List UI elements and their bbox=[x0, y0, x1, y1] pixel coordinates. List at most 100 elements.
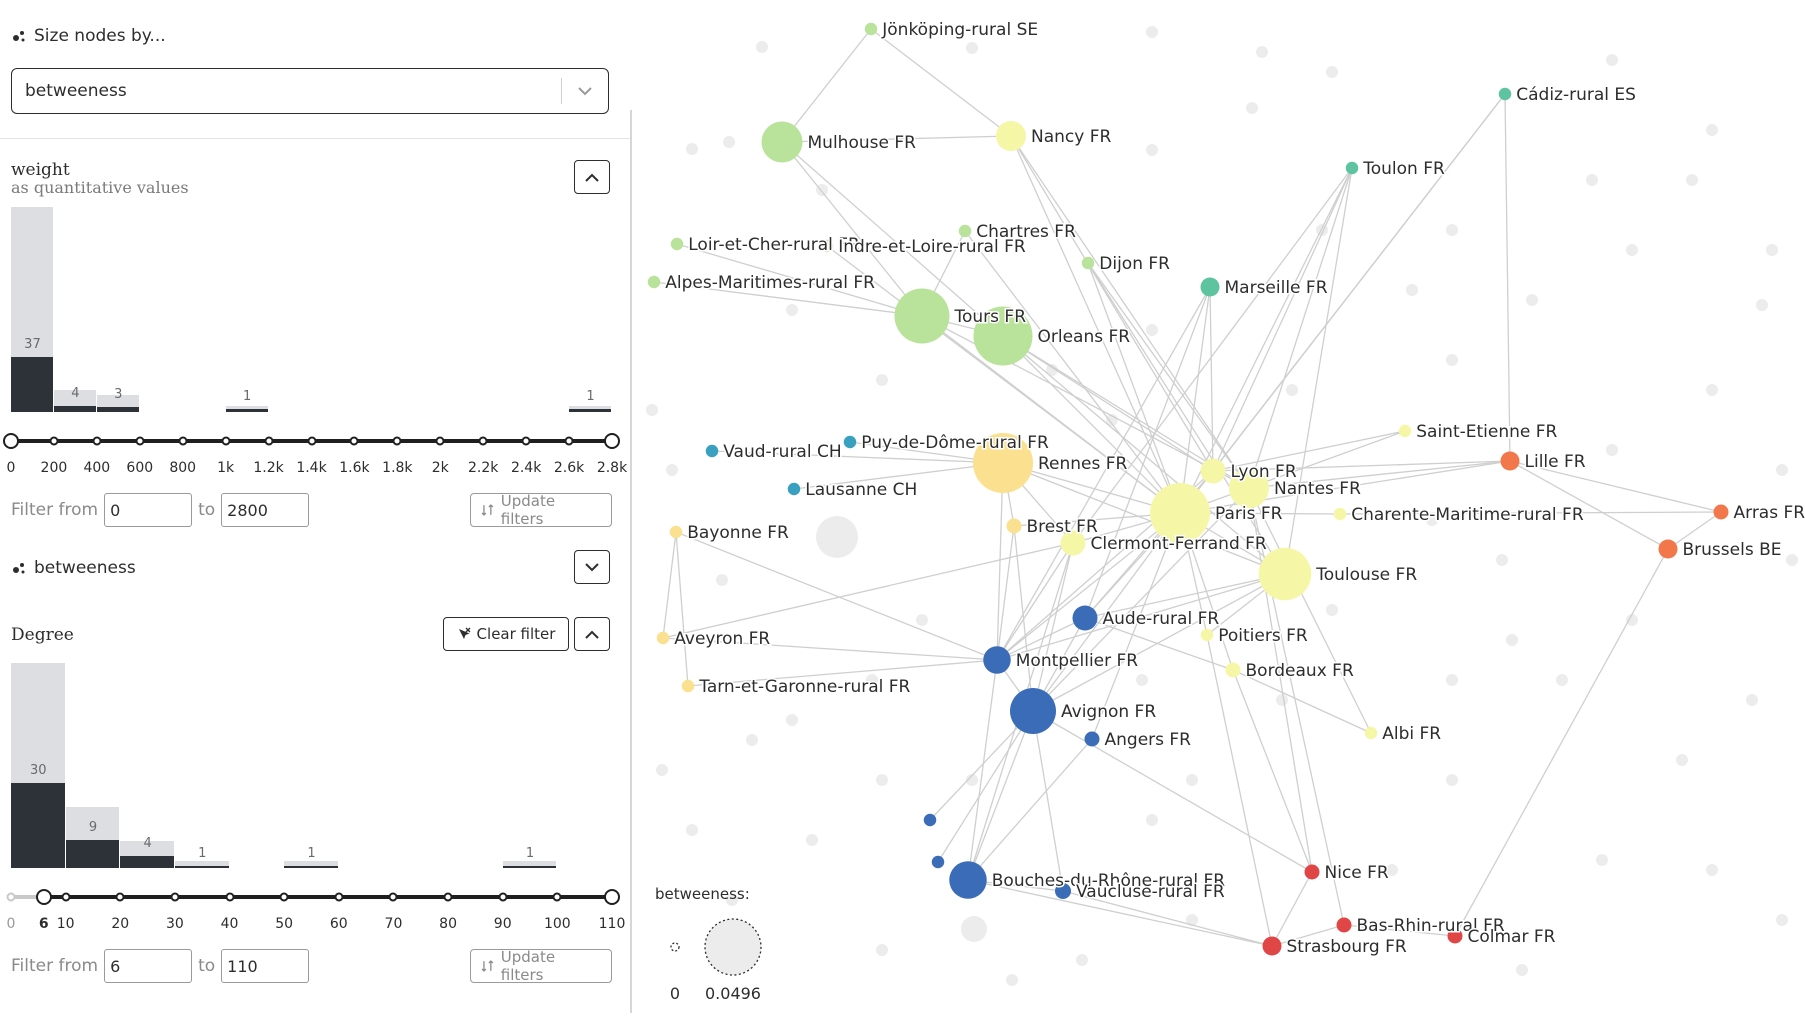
degree-slider-tick bbox=[170, 893, 179, 902]
graph-node-toulon[interactable] bbox=[1346, 162, 1359, 175]
graph-node-jonkoping[interactable] bbox=[865, 23, 878, 36]
graph-node-aveyron[interactable] bbox=[657, 632, 670, 645]
graph-node-chartres[interactable] bbox=[959, 225, 972, 238]
graph-node-blue2[interactable] bbox=[932, 856, 945, 869]
degree-histogram-count: 4 bbox=[143, 836, 151, 851]
graph-node-blue1[interactable] bbox=[924, 814, 937, 827]
degree-histogram-count: 1 bbox=[198, 846, 206, 861]
graph-node-vaud[interactable] bbox=[706, 445, 719, 458]
betweeness-header: betweeness bbox=[12, 558, 136, 578]
graph-node-toulouse[interactable] bbox=[1259, 548, 1312, 601]
degree-update-label: Update filters bbox=[501, 948, 601, 984]
degree-to-input[interactable]: 110 bbox=[221, 949, 309, 983]
weight-collapse-button[interactable] bbox=[574, 160, 610, 194]
graph-node-bordeaux[interactable] bbox=[1226, 663, 1241, 678]
weight-min-handle[interactable] bbox=[3, 433, 19, 449]
graph-node-aude[interactable] bbox=[1073, 606, 1098, 631]
graph-edge bbox=[782, 29, 871, 142]
faded-node bbox=[1706, 864, 1718, 876]
degree-slider-tick bbox=[116, 893, 125, 902]
degree-clear-filter-button[interactable]: Clear filter bbox=[443, 617, 569, 651]
graph-node-bayonne[interactable] bbox=[670, 526, 683, 539]
weight-slider-tick bbox=[264, 437, 273, 446]
graph-node-lyon[interactable] bbox=[1201, 459, 1226, 484]
chevron-down-icon[interactable] bbox=[562, 87, 608, 96]
graph-node-basrhin[interactable] bbox=[1337, 918, 1352, 933]
faded-node bbox=[1146, 814, 1158, 826]
graph-edge bbox=[1505, 94, 1510, 461]
graph-node-label: Charente-Maritime-rural FR bbox=[1351, 505, 1584, 525]
chevron-down-icon bbox=[585, 563, 599, 572]
degree-collapse-button[interactable] bbox=[574, 617, 610, 651]
graph-node-nancy[interactable] bbox=[996, 121, 1026, 151]
weight-max-handle[interactable] bbox=[604, 433, 620, 449]
faded-node bbox=[686, 143, 698, 155]
weight-slider-tick bbox=[479, 437, 488, 446]
graph-node-lille[interactable] bbox=[1501, 452, 1520, 471]
weight-update-label: Update filters bbox=[501, 492, 601, 528]
graph-node-label: Clermont-Ferrand FR bbox=[1091, 534, 1267, 554]
betweeness-expand-button[interactable] bbox=[574, 550, 610, 584]
degree-slider-tick bbox=[225, 893, 234, 902]
network-graph[interactable]: Jönköping-rural SEMulhouse FRNancy FRCád… bbox=[632, 0, 1805, 1013]
graph-node-label: Brussels BE bbox=[1683, 540, 1782, 560]
faded-node bbox=[1776, 464, 1788, 476]
graph-node-nice[interactable] bbox=[1305, 865, 1320, 880]
graph-node-saintetienne[interactable] bbox=[1399, 425, 1412, 438]
graph-node-dijon[interactable] bbox=[1082, 257, 1095, 270]
graph-edge bbox=[1272, 872, 1312, 946]
graph-panel[interactable]: Jönköping-rural SEMulhouse FRNancy FRCád… bbox=[632, 0, 1805, 1013]
graph-node-lausanne[interactable] bbox=[788, 483, 801, 496]
graph-node-avignon[interactable] bbox=[1010, 688, 1056, 734]
graph-node-puydedome[interactable] bbox=[844, 436, 857, 449]
graph-node-cadiz[interactable] bbox=[1499, 88, 1512, 101]
graph-node-tarnetgaronne[interactable] bbox=[682, 680, 695, 693]
graph-node-arras[interactable] bbox=[1714, 505, 1729, 520]
degree-from-input[interactable]: 6 bbox=[104, 949, 192, 983]
graph-node-mulhouse[interactable] bbox=[762, 122, 803, 163]
graph-node-loircher[interactable] bbox=[671, 238, 684, 251]
filters-panel: Size nodes by... betweeness weight as qu… bbox=[0, 0, 632, 1013]
graph-node-angers[interactable] bbox=[1085, 732, 1100, 747]
faded-node bbox=[1516, 964, 1528, 976]
degree-max-handle[interactable] bbox=[604, 889, 620, 905]
graph-node-bouches[interactable] bbox=[949, 861, 987, 899]
graph-node-label: Loir-et-Cher-rural FR bbox=[688, 235, 860, 255]
faded-node bbox=[1706, 124, 1718, 136]
graph-node-poitiers[interactable] bbox=[1201, 629, 1214, 642]
graph-edge bbox=[871, 29, 1011, 136]
sort-icon bbox=[481, 503, 495, 517]
degree-slider-tick bbox=[498, 893, 507, 902]
degree-histogram-bin-selected bbox=[503, 866, 557, 868]
degree-update-filters-button[interactable]: Update filters bbox=[470, 949, 612, 983]
size-nodes-select[interactable]: betweeness bbox=[11, 68, 609, 114]
degree-label: Degree bbox=[11, 625, 74, 645]
faded-node bbox=[1556, 674, 1568, 686]
graph-node-charente[interactable] bbox=[1334, 508, 1347, 521]
weight-from-input[interactable]: 0 bbox=[104, 493, 192, 527]
graph-node-alpesmaritimes[interactable] bbox=[648, 276, 661, 289]
faded-node bbox=[1766, 244, 1778, 256]
graph-node-label: Poitiers FR bbox=[1218, 626, 1308, 646]
degree-slider-track[interactable] bbox=[44, 895, 612, 899]
section-divider bbox=[0, 138, 630, 139]
graph-node-strasbourg[interactable] bbox=[1263, 937, 1282, 956]
graph-node-brest[interactable] bbox=[1007, 519, 1022, 534]
graph-node-albi[interactable] bbox=[1365, 727, 1378, 740]
graph-node-marseille[interactable] bbox=[1201, 278, 1220, 297]
weight-filter-title: weight bbox=[11, 160, 70, 180]
weight-to-input[interactable]: 2800 bbox=[221, 493, 309, 527]
graph-node-brussels[interactable] bbox=[1659, 540, 1678, 559]
degree-min-handle[interactable] bbox=[36, 889, 52, 905]
graph-node-label: Paris FR bbox=[1215, 504, 1283, 524]
bubbles-icon bbox=[12, 561, 26, 575]
graph-node-tours[interactable] bbox=[895, 289, 950, 344]
graph-node-montpellier[interactable] bbox=[983, 646, 1011, 674]
faded-node bbox=[1136, 674, 1148, 686]
weight-histogram-count: 37 bbox=[24, 337, 41, 352]
graph-edge bbox=[938, 711, 1033, 862]
degree-tick-label: 110 bbox=[599, 916, 626, 932]
faded-node bbox=[716, 574, 728, 586]
graph-node-label: Angers FR bbox=[1105, 730, 1192, 750]
weight-update-filters-button[interactable]: Update filters bbox=[470, 493, 612, 527]
